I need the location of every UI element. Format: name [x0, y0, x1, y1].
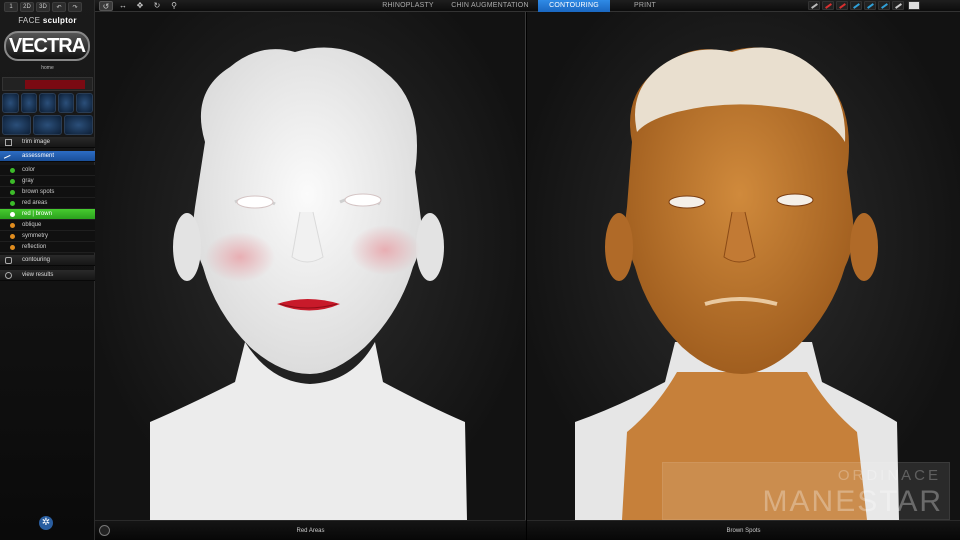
watermark-line-1: ORDINACE: [837, 467, 941, 484]
face-front-icon[interactable]: [33, 115, 62, 135]
assessment-icon: [3, 154, 14, 165]
view-2d-button[interactable]: 2D: [20, 2, 34, 12]
move-icon[interactable]: ↔: [116, 1, 130, 11]
product-brand: FACE sculptor: [0, 16, 95, 25]
redacted-name: [25, 80, 85, 89]
subitem-label: color: [22, 167, 36, 173]
sidebar-item-assessment[interactable]: assessment: [0, 151, 95, 165]
watermark-line-2: MANESTAR: [762, 485, 943, 518]
tool-eraser-icon[interactable]: [892, 1, 904, 10]
settings-gear-icon[interactable]: ✲: [39, 516, 53, 530]
undo-icon[interactable]: ↶: [52, 2, 66, 12]
tool-red-pen-icon[interactable]: [822, 1, 834, 10]
subitem-color[interactable]: color: [0, 165, 95, 176]
status-dot-icon: [10, 245, 15, 250]
status-dot-icon: [10, 201, 15, 206]
status-dot-icon: [10, 234, 15, 239]
print-view-icon[interactable]: [99, 525, 110, 536]
view-left-icon[interactable]: [2, 93, 19, 113]
tool-blue-line-icon[interactable]: [864, 1, 876, 10]
view-front-icon[interactable]: [39, 93, 56, 113]
sidebar-item-contouring[interactable]: contouring: [0, 255, 95, 266]
tab-contouring[interactable]: CONTOURING: [538, 0, 610, 12]
viewport-label: Red Areas: [296, 528, 325, 534]
tab-chin-augmentation[interactable]: CHIN AUGMENTATION: [445, 0, 535, 12]
subitem-red-areas[interactable]: red areas: [0, 198, 95, 209]
sidebar-item-label: view results: [22, 272, 54, 278]
zoom-icon[interactable]: ⚲: [167, 1, 181, 11]
sidebar: 1 2D 3D ↶ ↷ FACE sculptor VECTRA home tr…: [0, 0, 95, 540]
sidebar-item-label: trim image: [22, 139, 51, 145]
patient-name-field[interactable]: [2, 77, 93, 91]
vectra-logo: VECTRA: [4, 31, 90, 61]
crop-icon: [5, 139, 12, 146]
tab-print[interactable]: PRINT: [615, 0, 675, 12]
rotate-icon[interactable]: ↻: [150, 1, 164, 11]
home-link[interactable]: home: [0, 65, 95, 71]
grid-view-icon[interactable]: [908, 1, 920, 10]
sidebar-item-label: contouring: [22, 257, 51, 263]
face-left-icon[interactable]: [2, 115, 31, 135]
face-right-icon[interactable]: [64, 115, 93, 135]
tool-brush-icon[interactable]: [808, 1, 820, 10]
tool-blue-pen-icon[interactable]: [850, 1, 862, 10]
status-dot-icon: [10, 223, 15, 228]
viewport-label: Brown Spots: [726, 528, 761, 534]
subitem-label: brown spots: [22, 189, 55, 195]
status-dot-icon: [10, 179, 15, 184]
face-model-brown-spots: [575, 47, 899, 520]
status-dot-icon: [10, 190, 15, 195]
redo-icon[interactable]: ↷: [68, 2, 82, 12]
pan-icon[interactable]: ✥: [133, 1, 147, 11]
subitem-red-brown[interactable]: red | brown: [0, 209, 95, 220]
top-toolbar: ↺ ↔ ✥ ↻ ⚲ RHINOPLASTY CHIN AUGMENTATION …: [95, 0, 960, 12]
subitem-oblique[interactable]: oblique: [0, 220, 95, 231]
subitem-label: symmetry: [22, 233, 48, 239]
sidebar-item-view-results[interactable]: view results: [0, 270, 95, 281]
viewport-label-bar-right: Brown Spots: [527, 520, 960, 540]
viewport-red-areas[interactable]: [95, 12, 526, 520]
sidebar-item-label: assessment: [22, 153, 55, 159]
subitem-label: red | brown: [22, 211, 52, 217]
view-angle-row-1: [2, 93, 93, 113]
view-front-right-icon[interactable]: [57, 93, 75, 113]
brand-name: sculptor: [42, 16, 77, 25]
view-1-button[interactable]: 1: [4, 2, 18, 12]
tool-blue-measure-icon[interactable]: [878, 1, 890, 10]
view-mode-buttons: 1 2D 3D ↶ ↷: [4, 2, 82, 12]
subitem-label: oblique: [22, 222, 42, 228]
subitem-brown-spots[interactable]: brown spots: [0, 187, 95, 198]
view-3d-button[interactable]: 3D: [36, 2, 50, 12]
tab-rhinoplasty[interactable]: RHINOPLASTY: [375, 0, 441, 12]
subitem-label: gray: [22, 178, 34, 184]
subitem-label: reflection: [22, 244, 47, 250]
face-model-red-areas: [150, 47, 467, 520]
sidebar-item-trim-image[interactable]: trim image: [0, 137, 95, 148]
view-front-left-icon[interactable]: [20, 93, 38, 113]
watermark: ORDINACE MANESTAR: [662, 462, 950, 520]
subitem-reflection[interactable]: reflection: [0, 242, 95, 253]
view-right-icon[interactable]: [76, 93, 93, 113]
subitem-label: red areas: [22, 200, 48, 206]
status-dot-icon: [10, 212, 15, 217]
status-dot-icon: [10, 168, 15, 173]
select-icon[interactable]: ↺: [99, 1, 113, 11]
brand-prefix: FACE: [18, 16, 41, 25]
contouring-icon: [5, 257, 12, 264]
subitem-symmetry[interactable]: symmetry: [0, 231, 95, 242]
view-angle-row-2: [2, 115, 93, 135]
eye-icon: [5, 272, 12, 279]
viewport-label-bar-left: Red Areas: [95, 520, 526, 540]
tool-red-line-icon[interactable]: [836, 1, 848, 10]
subitem-gray[interactable]: gray: [0, 176, 95, 187]
viewport-brown-spots[interactable]: ORDINACE MANESTAR: [527, 12, 960, 520]
